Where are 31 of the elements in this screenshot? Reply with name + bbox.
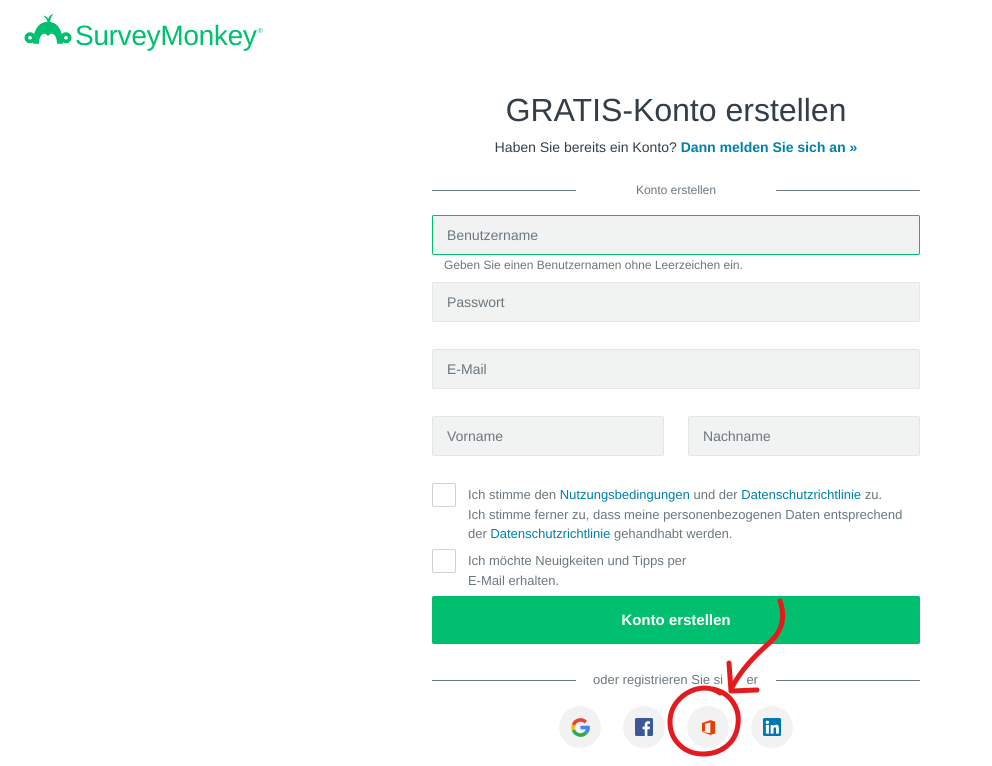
label-fragment: er xyxy=(746,672,758,688)
inline-link[interactable]: Nutzungsbedingungen xyxy=(560,487,690,502)
linkedin-button[interactable] xyxy=(751,706,793,748)
section-label: Konto erstellen xyxy=(634,182,718,198)
inline-link[interactable]: Datenschutzrichtlinie xyxy=(741,487,862,502)
last-name-field[interactable]: Nachname xyxy=(688,416,920,456)
field-hint: Geben Sie einen Benutzernamen ohne Leerzeichen ein. xyxy=(443,257,744,273)
logo-icon xyxy=(24,13,72,44)
checkbox-label: Ich stimme ferner zu, dass meine personenbezogenen Daten entsprechend der Datenschutzrichtlinie gehandhabt werden. xyxy=(468,506,904,543)
page-title: GRATIS-Konto erstellen xyxy=(504,91,848,130)
login-prompt: Haben Sie bereits ein Konto? Dann melden Sie sich an » xyxy=(494,138,858,157)
email-field[interactable]: E-Mail xyxy=(432,349,920,389)
checkbox[interactable] xyxy=(432,549,456,573)
login-link[interactable]: Dann melden Sie sich an » xyxy=(680,139,858,155)
office-button[interactable] xyxy=(687,706,729,748)
facebook-icon xyxy=(635,718,653,736)
create-account-button[interactable]: Konto erstellen xyxy=(432,596,920,644)
social-sign-up-label: oder registrieren Sie si xyxy=(593,672,724,688)
first-name-field[interactable]: Vorname xyxy=(432,416,664,456)
linkedin-icon xyxy=(763,718,781,736)
checkbox-label: Ich möchte Neuigkeiten und Tipps per E-Mail erhalten. xyxy=(468,552,688,590)
checkbox-label: Ich stimme den Nutzungsbedingungen und der Datenschutzrichtlinie zu. xyxy=(468,486,884,504)
username-field[interactable]: Benutzername xyxy=(432,215,920,255)
logo-wordmark: SurveyMonkey$^{®}$ xyxy=(75,19,262,52)
inline-link[interactable]: Datenschutzrichtlinie xyxy=(490,526,610,541)
checkbox[interactable] xyxy=(432,483,456,507)
google-button[interactable] xyxy=(559,706,601,748)
google-icon xyxy=(570,718,590,736)
facebook-button[interactable] xyxy=(623,706,665,748)
office-icon xyxy=(702,720,714,734)
password-field[interactable]: Passwort xyxy=(432,282,920,322)
